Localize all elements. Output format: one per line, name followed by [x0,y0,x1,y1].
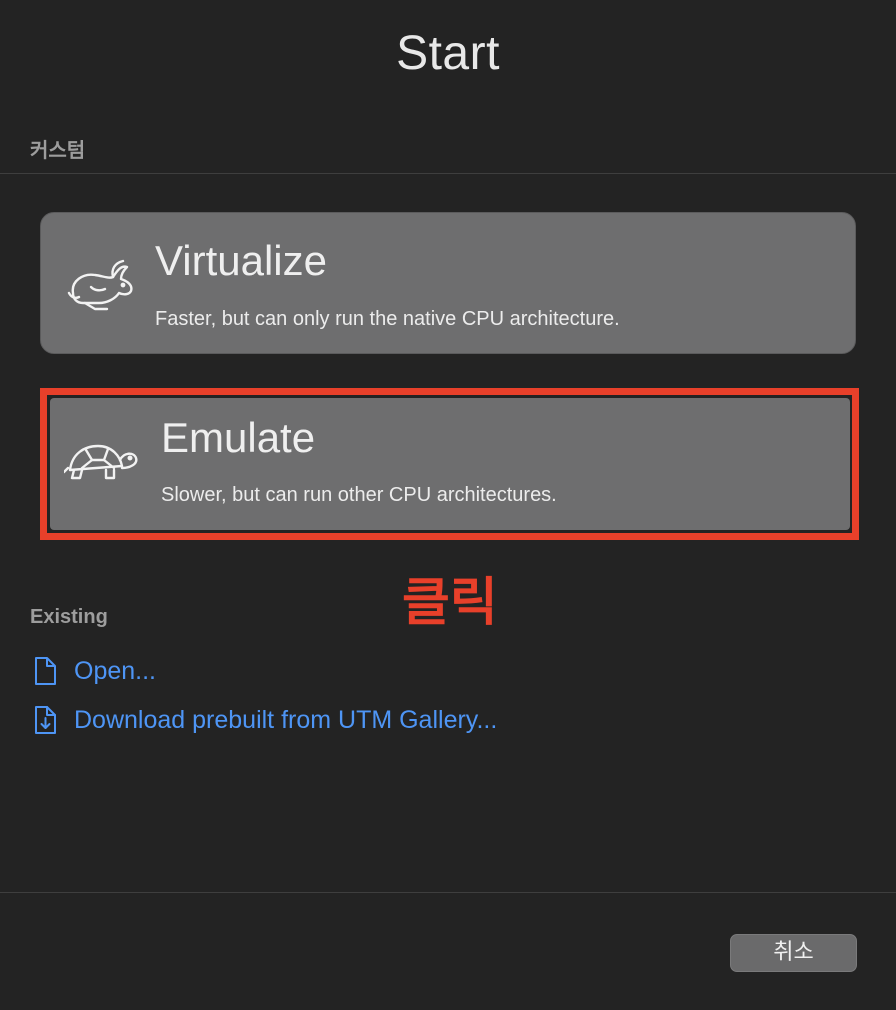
turtle-icon [62,438,140,487]
virtualize-description: Faster, but can only run the native CPU … [155,308,620,330]
download-gallery-label[interactable]: Download prebuilt from UTM Gallery... [74,706,497,735]
divider [0,173,896,174]
section-label-custom: 커스텀 [30,140,86,162]
virtualize-title: Virtualize [155,237,327,284]
download-gallery-link[interactable]: Download prebuilt from UTM Gallery... [32,704,497,736]
footer-divider [0,892,896,893]
emulate-description: Slower, but can run other CPU architectu… [161,484,557,506]
click-annotation: 클릭 [402,574,498,632]
window-title: Start [396,27,500,80]
open-link-label[interactable]: Open... [74,657,156,686]
cancel-button[interactable]: 취소 [730,934,857,972]
section-label-existing: Existing [30,606,108,628]
start-window: Start 커스텀 Virtualize Faster, but can onl… [0,0,896,1010]
virtualize-option[interactable]: Virtualize Faster, but can only run the … [40,212,856,354]
emulate-title: Emulate [161,414,316,461]
rabbit-icon [65,257,135,318]
document-download-icon [32,705,58,735]
document-icon [32,656,58,686]
emulate-option[interactable]: Emulate Slower, but can run other CPU ar… [50,398,850,530]
open-link[interactable]: Open... [32,655,156,687]
